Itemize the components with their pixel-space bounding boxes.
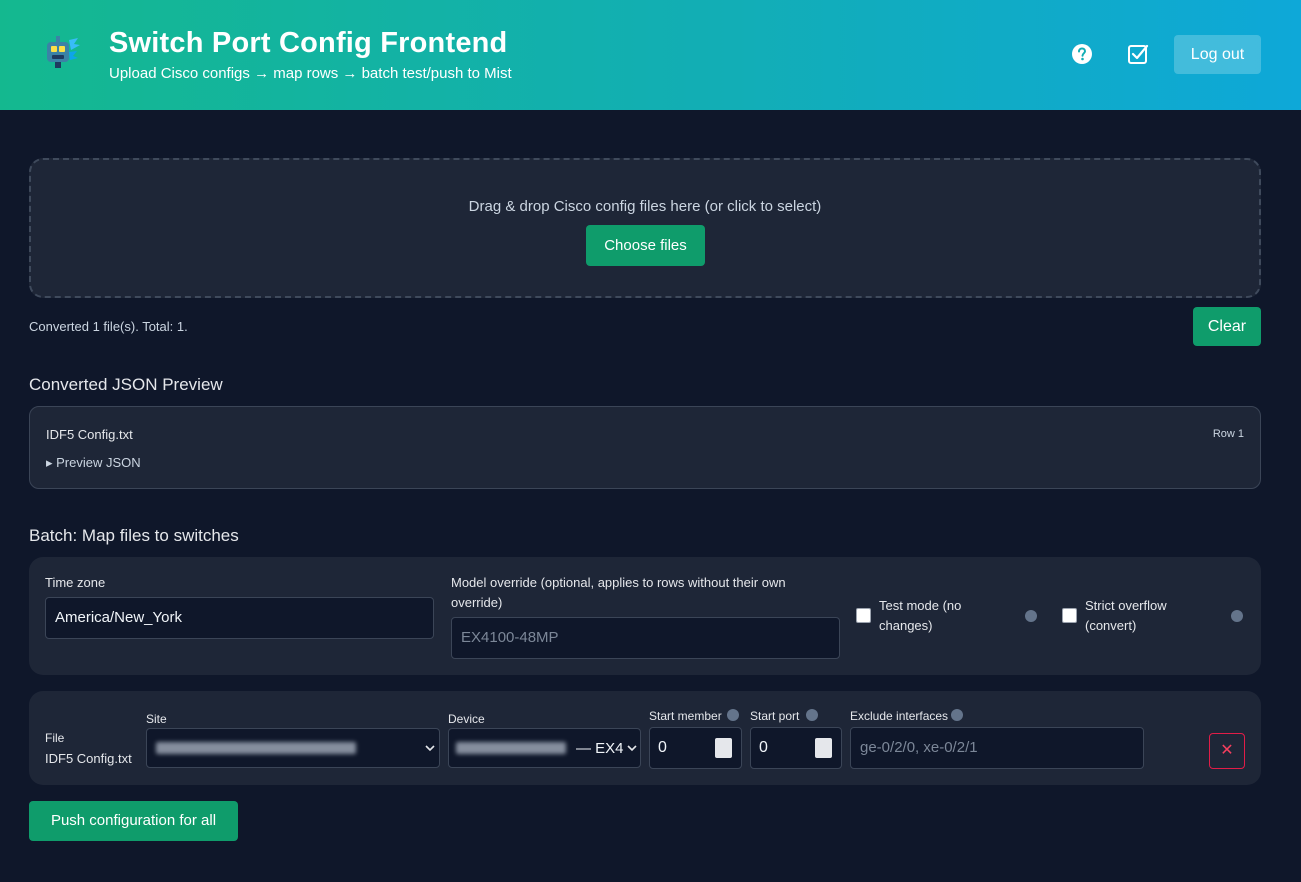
app-subtitle: Upload Cisco configs → map rows → batch … — [109, 65, 512, 82]
batch-settings-card: Time zone America/New_York Model overrid… — [29, 557, 1261, 675]
checkbox-icon[interactable] — [1127, 43, 1149, 65]
test-mode-info-icon[interactable] — [1025, 610, 1037, 622]
device-model-suffix: — EX4 — [576, 740, 624, 757]
logo-icon — [47, 36, 80, 68]
preview-file-name: IDF5 Config.txt — [46, 427, 133, 442]
exclude-interfaces-label: Exclude interfaces — [850, 709, 949, 723]
remove-row-button[interactable]: ✕ — [1209, 733, 1245, 769]
chevron-down-icon — [627, 745, 637, 752]
file-dropzone[interactable]: Drag & drop Cisco config files here (or … — [29, 158, 1261, 298]
chevron-down-icon — [425, 745, 435, 752]
site-label: Site — [146, 712, 167, 726]
dropzone-text: Drag & drop Cisco config files here (or … — [468, 198, 822, 215]
mapping-row: File IDF5 Config.txt Site Device — EX4 S… — [29, 691, 1261, 785]
help-icon[interactable] — [1071, 43, 1093, 65]
strict-overflow-info-icon[interactable] — [1231, 610, 1243, 622]
stepper-icon[interactable] — [815, 738, 832, 758]
start-member-value: 0 — [658, 739, 667, 756]
start-port-label: Start port — [750, 709, 800, 723]
row-file-name: IDF5 Config.txt — [45, 751, 132, 766]
start-port-input[interactable]: 0 — [750, 727, 842, 769]
start-member-info-icon[interactable] — [727, 709, 739, 721]
stepper-icon[interactable] — [715, 738, 732, 758]
preview-card: IDF5 Config.txt Row 1 ▸ Preview JSON — [29, 406, 1261, 489]
strict-overflow-label: Strict overflow (convert) — [1085, 598, 1167, 633]
start-member-label: Start member — [649, 709, 722, 723]
clear-button[interactable]: Clear — [1193, 307, 1261, 346]
start-port-info-icon[interactable] — [806, 709, 818, 721]
test-mode-checkbox[interactable] — [856, 608, 871, 623]
app-header: Switch Port Config Frontend Upload Cisco… — [0, 0, 1301, 110]
device-redacted-value — [456, 742, 566, 754]
site-redacted-value — [156, 742, 356, 754]
exclude-interfaces-input[interactable]: ge-0/2/0, xe-0/2/1 — [850, 727, 1144, 769]
preview-json-toggle[interactable]: ▸ Preview JSON — [46, 455, 141, 471]
strict-overflow-checkbox[interactable] — [1062, 608, 1077, 623]
push-all-button[interactable]: Push configuration for all — [29, 801, 238, 841]
start-member-input[interactable]: 0 — [649, 727, 742, 769]
site-select[interactable] — [146, 728, 440, 768]
row-file-label: File — [45, 731, 65, 745]
conversion-status: Converted 1 file(s). Total: 1. — [29, 319, 188, 334]
timezone-label: Time zone — [45, 575, 106, 590]
timezone-input[interactable]: America/New_York — [45, 597, 434, 639]
model-override-input[interactable]: EX4100-48MP — [451, 617, 840, 659]
choose-files-button[interactable]: Choose files — [586, 225, 705, 266]
preview-row-label: Row 1 — [1212, 428, 1244, 440]
device-label: Device — [448, 712, 485, 726]
batch-section-title: Batch: Map files to switches — [29, 526, 239, 545]
exclude-interfaces-info-icon[interactable] — [951, 709, 963, 721]
test-mode-label: Test mode (no changes) — [879, 598, 962, 633]
app-title: Switch Port Config Frontend — [109, 27, 508, 59]
device-select[interactable]: — EX4 — [448, 728, 641, 768]
start-port-value: 0 — [759, 739, 768, 756]
logout-button[interactable]: Log out — [1174, 35, 1261, 74]
model-override-label: Model override (optional, applies to row… — [451, 575, 786, 610]
preview-section-title: Converted JSON Preview — [29, 375, 223, 394]
